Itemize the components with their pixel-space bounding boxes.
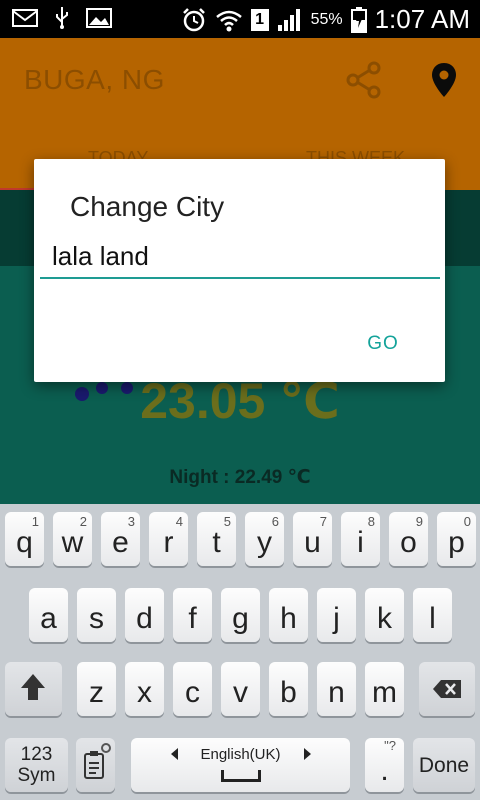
done-key[interactable]: Done <box>413 738 475 792</box>
backspace-icon <box>433 680 461 698</box>
clipboard-key[interactable] <box>76 738 115 792</box>
key-k[interactable]: k <box>365 588 404 642</box>
key-n[interactable]: n <box>317 662 356 716</box>
clock: 1:07 AM <box>374 4 470 34</box>
key-h[interactable]: h <box>269 588 308 642</box>
shift-arrow-icon <box>21 674 45 700</box>
key-d[interactable]: d <box>125 588 164 642</box>
key-a[interactable]: a <box>29 588 68 642</box>
space-bar-icon <box>221 770 261 782</box>
city-input[interactable] <box>40 235 440 279</box>
key-r[interactable]: 4r <box>149 512 188 566</box>
key-c[interactable]: c <box>173 662 212 716</box>
system-status: 1 55% 1:07 AM <box>181 4 470 35</box>
key-u[interactable]: 7u <box>293 512 332 566</box>
space-key[interactable]: English(UK) <box>131 738 350 792</box>
key-z[interactable]: z <box>77 662 116 716</box>
clipboard-settings-icon <box>84 743 111 779</box>
share-icon[interactable] <box>344 60 384 100</box>
language-label: English(UK) <box>200 746 281 763</box>
key-o[interactable]: 9o <box>389 512 428 566</box>
key-x[interactable]: x <box>125 662 164 716</box>
key-l[interactable]: l <box>413 588 452 642</box>
key-g[interactable]: g <box>221 588 260 642</box>
night-temperature: Night : 22.49 ℃ <box>169 467 311 488</box>
key-i[interactable]: 8i <box>341 512 380 566</box>
battery-charging-icon <box>350 6 367 33</box>
signal-icon <box>277 8 300 31</box>
key-b[interactable]: b <box>269 662 308 716</box>
key-s[interactable]: s <box>77 588 116 642</box>
key-e[interactable]: 3e <box>101 512 140 566</box>
key-v[interactable]: v <box>221 662 260 716</box>
key-m[interactable]: m <box>365 662 404 716</box>
key-f[interactable]: f <box>173 588 212 642</box>
keyboard: 1q 2w 3e 4r 5t 6y 7u 8i 9o 0p a s d f g … <box>0 504 480 800</box>
key-t[interactable]: 5t <box>197 512 236 566</box>
usb-icon <box>56 7 68 29</box>
sim-badge: 1 <box>250 8 269 31</box>
key-y[interactable]: 6y <box>245 512 284 566</box>
alarm-icon <box>182 7 205 31</box>
dialog-title: Change City <box>70 191 225 222</box>
mail-icon <box>12 9 38 27</box>
key-w[interactable]: 2w <box>53 512 92 566</box>
wifi-icon <box>215 10 242 31</box>
status-bar: 1 55% 1:07 AM <box>0 0 480 38</box>
battery-percent: 55% <box>310 10 343 28</box>
key-j[interactable]: j <box>317 588 356 642</box>
image-icon <box>86 8 112 28</box>
period-key[interactable]: "? . <box>365 738 404 792</box>
key-q[interactable]: 1q <box>5 512 44 566</box>
shift-key[interactable] <box>5 662 62 716</box>
city-title: BUGA, NG <box>24 64 165 95</box>
change-city-dialog: Change City GO <box>34 159 445 382</box>
notification-icons <box>12 6 112 30</box>
location-pin-icon[interactable] <box>430 62 458 98</box>
key-p[interactable]: 0p <box>437 512 476 566</box>
symbols-key[interactable]: 123 Sym <box>5 738 68 792</box>
arrow-right-icon <box>304 748 311 760</box>
backspace-key[interactable] <box>419 662 475 716</box>
go-button[interactable]: GO <box>352 327 414 361</box>
